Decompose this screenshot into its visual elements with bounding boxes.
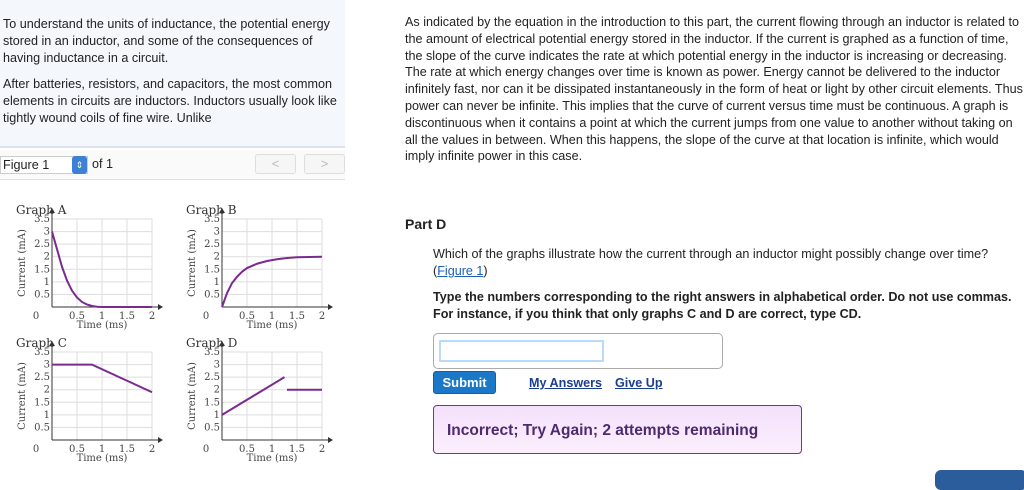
y-tick-label: 2 <box>44 252 50 263</box>
axis-arrow-icon <box>158 437 163 443</box>
y-tick-label: 1.5 <box>34 397 50 408</box>
y-tick-label: 3 <box>214 227 220 238</box>
axis-arrow-icon <box>158 304 163 310</box>
graph-a: Graph A0.511.522.533.50 0.5 1 1.5 2Time (ms)… <box>16 203 163 331</box>
figure-graphs: Graph A0.511.522.533.50 0.5 1 1.5 2Time (ms)… <box>16 203 333 464</box>
y-tick-label: 2 <box>44 385 50 396</box>
answer-box <box>433 333 723 369</box>
y-tick-label: 2 <box>214 385 220 396</box>
question-text: Which of the graphs illustrate how the c… <box>433 246 1013 280</box>
y-axis-label: Current (mA) <box>17 229 28 297</box>
x-tick-label: 0 <box>33 444 39 455</box>
y-tick-label: 2.5 <box>204 372 220 383</box>
series-line <box>221 376 286 416</box>
my-answers-link[interactable]: My Answers <box>529 376 602 390</box>
y-tick-label: 1.5 <box>204 264 220 275</box>
x-tick-label: 2 <box>319 311 325 322</box>
y-tick-label: 3.5 <box>34 347 50 358</box>
y-tick-label: 1 <box>44 277 50 288</box>
y-tick-label: 3 <box>214 360 220 371</box>
x-tick-label: 2 <box>149 311 155 322</box>
y-tick-label: 2.5 <box>204 239 220 250</box>
y-tick-label: 0.5 <box>34 289 50 300</box>
y-axis-label: Current (mA) <box>187 362 198 430</box>
x-axis-label: Time (ms) <box>77 453 128 464</box>
y-tick-label: 1.5 <box>34 264 50 275</box>
axis-arrow-icon <box>328 437 333 443</box>
x-axis-label: Time (ms) <box>247 453 298 464</box>
y-tick-label: 1 <box>214 277 220 288</box>
y-tick-label: 3.5 <box>34 214 50 225</box>
y-tick-label: 3.5 <box>204 347 220 358</box>
y-tick-label: 2 <box>214 252 220 263</box>
intro-paragraph: After batteries, resistors, and capacito… <box>3 77 337 125</box>
y-tick-label: 3 <box>44 360 50 371</box>
part-title: Part D <box>405 216 447 232</box>
give-up-link[interactable]: Give Up <box>615 376 663 390</box>
y-tick-label: 1 <box>214 410 220 421</box>
axis-arrow-icon <box>328 304 333 310</box>
figure-panel: To understand the units of inductance, t… <box>0 0 345 480</box>
y-axis-label: Current (mA) <box>17 362 28 430</box>
y-tick-label: 3.5 <box>204 214 220 225</box>
x-axis-label: Time (ms) <box>77 320 128 331</box>
figure-link[interactable]: Figure 1 <box>437 264 483 278</box>
y-tick-label: 2.5 <box>34 239 50 250</box>
intro-paragraph: To understand the units of inductance, t… <box>3 17 330 65</box>
submit-button[interactable]: Submit <box>433 371 496 394</box>
x-tick-label: 0 <box>203 311 209 322</box>
learning-goal-text: To understand the units of inductance, t… <box>0 0 345 148</box>
x-tick-label: 0 <box>203 444 209 455</box>
figure-navigation: Figure 1 ⇕ of 1 < > <box>0 150 345 180</box>
next-figure-button[interactable]: > <box>304 154 345 174</box>
prev-figure-button[interactable]: < <box>255 154 296 174</box>
graph-c: Graph C0.511.522.533.50 0.5 1 1.5 2Time (ms)… <box>16 336 163 464</box>
x-tick-label: 2 <box>319 444 325 455</box>
graph-d: Graph D0.511.522.533.50 0.5 1 1.5 2Time (ms)… <box>186 336 333 464</box>
graph-b: Graph B0.511.522.533.50 0.5 1 1.5 2Time (ms)… <box>186 203 333 331</box>
figure-count: of 1 <box>92 157 114 171</box>
x-tick-label: 2 <box>149 444 155 455</box>
explanation-text: As indicated by the equation in the intr… <box>405 15 1023 164</box>
y-axis-label: Current (mA) <box>187 229 198 297</box>
y-tick-label: 2.5 <box>34 372 50 383</box>
y-tick-label: 0.5 <box>34 422 50 433</box>
y-tick-label: 0.5 <box>204 422 220 433</box>
x-tick-label: 0 <box>33 311 39 322</box>
y-tick-label: 3 <box>44 227 50 238</box>
y-tick-label: 1 <box>44 410 50 421</box>
continue-button[interactable] <box>935 470 1024 490</box>
feedback-message: Incorrect; Try Again; 2 attempts remaini… <box>433 405 802 454</box>
answer-input[interactable] <box>439 340 604 362</box>
x-axis-label: Time (ms) <box>247 320 298 331</box>
question-body: Which of the graphs illustrate how the c… <box>433 247 989 278</box>
updown-chevron-icon: ⇕ <box>72 156 87 174</box>
y-tick-label: 1.5 <box>204 397 220 408</box>
y-tick-label: 0.5 <box>204 289 220 300</box>
figure-select[interactable]: Figure 1 ⇕ <box>0 156 88 174</box>
figure-select-value: Figure 1 <box>3 158 50 172</box>
instructions-text: Type the numbers corresponding to the ri… <box>433 290 1012 321</box>
question-end: ) <box>483 264 488 278</box>
